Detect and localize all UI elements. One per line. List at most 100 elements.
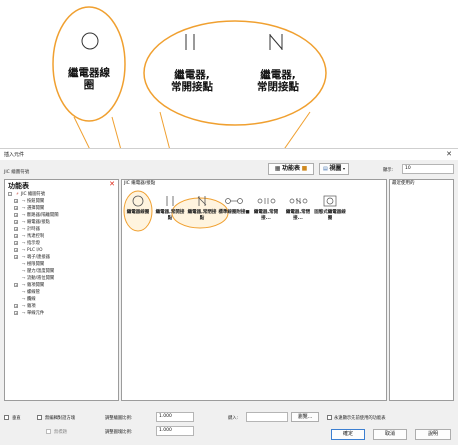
close-pane-icon[interactable]: ✕ <box>109 180 115 188</box>
category-icon: ⊸ <box>21 213 26 218</box>
normally-open-contact-alt-icon <box>257 198 276 204</box>
standard-coil-icon <box>225 198 243 204</box>
symbol-cell[interactable]: 標準線圈附接■ <box>218 193 250 231</box>
symbol-cell[interactable]: 繼電器,常開接... <box>250 193 282 231</box>
type-input[interactable] <box>246 412 288 422</box>
tree-item[interactable]: + ⊸ 按鈕開關 <box>14 198 44 205</box>
symbol-pane: JIC 繼電器/接點 繼電器線圈 繼電器,常開接點 繼電器,常閉接點 標準線圈附接■ 繼… <box>121 179 387 401</box>
tree-item-label: 雜項開關 <box>27 283 45 288</box>
browse-button[interactable]: 瀏覽... <box>291 412 319 422</box>
coil-icon <box>81 32 99 50</box>
normally-open-contact-icon <box>185 34 195 50</box>
keep-menu-checkbox[interactable] <box>327 415 332 420</box>
display-label: 顯示: <box>383 168 394 173</box>
block-scale-input[interactable]: 1.000 <box>156 426 194 436</box>
drawing-scale-input[interactable]: 1.000 <box>156 412 194 422</box>
tree-item-label: 流動/液位開關 <box>27 276 55 281</box>
tree-item[interactable]: ⊸ 極限開關 <box>14 261 45 268</box>
view-button[interactable]: ▤ 視圖 ▾ <box>319 163 349 175</box>
symbol-cell[interactable]: 繼電器,常閉接點 <box>186 193 218 231</box>
function-tree-title: 功能表 <box>8 182 29 190</box>
symbol-grid: 繼電器線圈 繼電器,常開接點 繼電器,常閉接點 標準線圈附接■ 繼電器,常開接... 繼電… <box>122 190 386 238</box>
expand-icon[interactable]: + <box>14 254 18 259</box>
expand-icon[interactable]: + <box>14 310 18 315</box>
tree-item[interactable]: + ⊸ 指示燈 <box>14 240 40 247</box>
tree-item-label: 雜項 <box>27 304 36 309</box>
symbol-label: 繼電器,常閉接... <box>285 210 311 221</box>
display-count-input[interactable]: 10 <box>402 164 454 174</box>
symbol-label: 標準線圈附接■ <box>218 210 250 215</box>
recent-pane-title: 最近使用的 <box>390 180 453 189</box>
tree-item-label: 斷路器/隔離開關 <box>27 213 59 218</box>
no-title-checkbox[interactable] <box>46 429 51 434</box>
expand-icon[interactable]: + <box>14 303 18 308</box>
symbol-cell[interactable]: 固態式繼電器線圈 <box>314 193 346 231</box>
callout-label-nc: 繼電器, 常閉接點 <box>257 69 299 93</box>
expand-icon[interactable]: + <box>14 247 18 252</box>
category-icon: ⊸ <box>21 283 26 288</box>
category-icon: ⊸ <box>21 269 26 274</box>
category-icon: ⊸ <box>21 304 26 309</box>
tree-item[interactable]: + ⊸ PLC I/O <box>14 247 42 254</box>
drawing-scale-label: 調整繪圖比例: <box>105 416 133 421</box>
tree-item[interactable]: + ⊸ 單線元件 <box>14 310 44 317</box>
block-scale-label: 調整圖塊比例: <box>105 430 133 435</box>
no-edit-dialog-checkbox[interactable] <box>37 415 42 420</box>
insert-component-dialog: 插入元件 ✕ JIC 繪圖符號 ▦ 功能表 ■ ▤ 視圖 ▾ 顯示: 10 功能… <box>0 148 458 445</box>
function-table-button[interactable]: ▦ 功能表 ■ <box>268 163 314 175</box>
category-icon: ⊸ <box>21 248 26 253</box>
ok-button[interactable]: 確定 <box>331 429 365 440</box>
function-tree: - ⚡ JIC 繪圖符號 + ⊸ 按鈕開關 + ⊸ 選擇開關 + ⊸ 斷路器/隔離開關 + ⊸ 繼電器/接點… <box>5 191 118 400</box>
no-title-label: 無標題 <box>54 430 67 435</box>
tree-item-label: 螺線管 <box>27 290 40 295</box>
tree-item[interactable]: + ⊸ 雜項開關 <box>14 282 44 289</box>
category-icon: ⊸ <box>21 297 26 302</box>
tree-item[interactable]: - ⚡ JIC 繪圖符號 <box>8 191 45 198</box>
expand-icon[interactable]: + <box>14 240 18 245</box>
tree-item[interactable]: + ⊸ 計時器 <box>14 226 40 233</box>
expand-icon[interactable]: + <box>14 226 18 231</box>
cancel-button[interactable]: 取消 <box>373 429 407 440</box>
tree-item[interactable]: + ⊸ 端子/連接器 <box>14 254 50 261</box>
expand-icon[interactable]: + <box>14 198 18 203</box>
tree-item[interactable]: + ⊸ 斷路器/隔離開關 <box>14 212 59 219</box>
palette-icon: ■ <box>301 165 308 172</box>
expand-icon[interactable]: + <box>14 282 18 287</box>
view-icon: ▤ <box>323 166 328 172</box>
symbol-label: 繼電器,常閉接點 <box>187 210 217 221</box>
tree-item[interactable]: ⊸ 壓力/溫度開關 <box>14 268 55 275</box>
category-icon: ⊸ <box>21 199 26 204</box>
symbol-cell[interactable]: 繼電器,常閉接... <box>282 193 314 231</box>
tree-item[interactable]: + ⊸ 雜項 <box>14 303 36 310</box>
expand-icon[interactable]: + <box>14 219 18 224</box>
tree-item[interactable]: + ⊸ 繼電器/接點 <box>14 219 50 226</box>
normally-closed-contact-icon <box>269 34 283 50</box>
function-table-icon: ▦ <box>274 165 281 172</box>
callout-label-coil: 繼電器線 圈 <box>68 67 110 91</box>
category-icon: ⊸ <box>21 220 26 225</box>
library-icon: ⚡ <box>15 192 20 197</box>
symbol-label: 固態式繼電器線圈 <box>314 210 346 221</box>
expand-icon[interactable]: + <box>14 212 18 217</box>
tree-item[interactable]: + ⊸ 馬達控制 <box>14 233 44 240</box>
expand-icon[interactable]: + <box>14 205 18 210</box>
category-icon: ⊸ <box>21 276 26 281</box>
tree-item-label: 按鈕開關 <box>27 199 45 204</box>
normally-closed-contact-alt-icon <box>289 198 308 204</box>
help-button[interactable]: 說明 <box>415 429 451 440</box>
tree-item[interactable]: ⊸ 纜線 <box>14 296 36 303</box>
vertical-checkbox[interactable] <box>4 415 9 420</box>
tree-item[interactable]: ⊸ 流動/液位開關 <box>14 275 55 282</box>
collapse-icon[interactable]: - <box>8 191 12 196</box>
symbol-cell[interactable]: 繼電器線圈 <box>122 193 154 231</box>
tree-item[interactable]: ⊸ 螺線管 <box>14 289 40 296</box>
tree-item[interactable]: + ⊸ 選擇開關 <box>14 205 44 212</box>
close-icon[interactable]: ✕ <box>446 150 452 158</box>
expand-icon[interactable]: + <box>14 233 18 238</box>
callout-area: 繼電器線 圈 繼電器, 常開接點 繼電器, 常閉接點 <box>0 0 458 148</box>
symbol-cell[interactable]: 繼電器,常開接點 <box>154 193 186 231</box>
tree-item-label: 纜線 <box>27 297 36 302</box>
solid-state-relay-icon <box>323 195 337 207</box>
tree-item-label: 選擇開關 <box>27 206 45 211</box>
coil-callout-ellipse <box>52 6 126 122</box>
